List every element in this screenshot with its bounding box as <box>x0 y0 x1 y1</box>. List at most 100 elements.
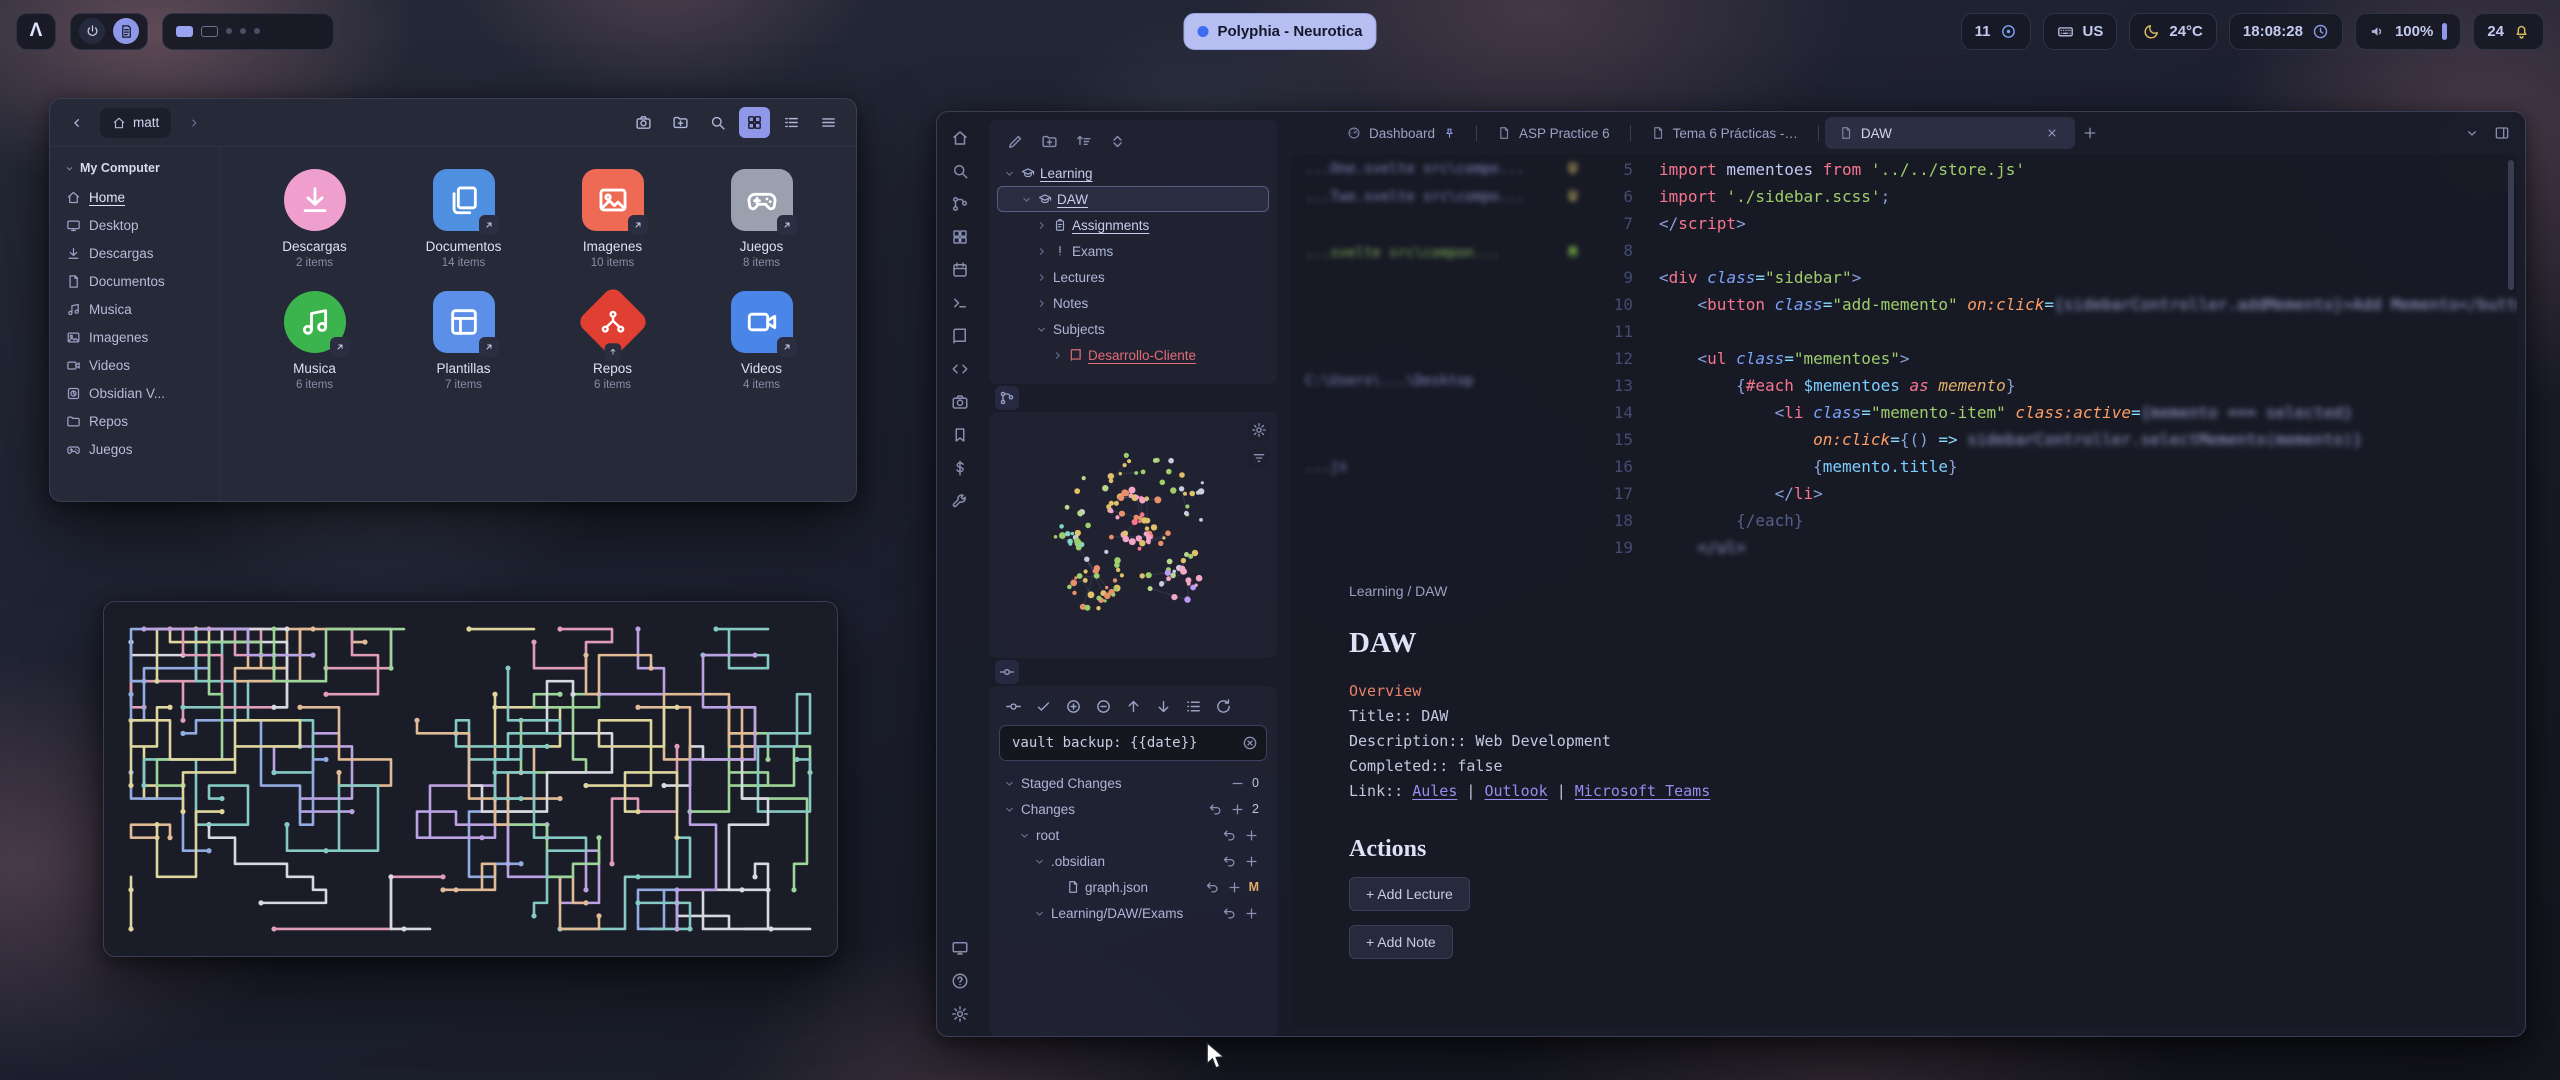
back-button[interactable] <box>62 108 92 138</box>
refresh-icon[interactable] <box>1213 696 1233 716</box>
git-item-obsidian[interactable]: .obsidian <box>997 848 1269 874</box>
explorer-item-lectures[interactable]: Lectures <box>997 264 1269 290</box>
tab-asp-practice-6[interactable]: ASP Practice 6 <box>1483 117 1624 149</box>
explorer-item-daw[interactable]: DAW <box>997 186 1269 212</box>
graph-view[interactable] <box>989 412 1277 658</box>
gear-icon[interactable] <box>1248 419 1270 441</box>
workspace-dot[interactable] <box>254 28 260 34</box>
panel-right-icon[interactable] <box>2491 122 2513 144</box>
git-graph-icon[interactable] <box>995 386 1019 410</box>
launcher-logo-button[interactable]: Λ <box>16 13 56 50</box>
sidebar-item-videos[interactable]: Videos <box>58 351 211 379</box>
note-icon[interactable] <box>113 18 139 44</box>
grid-icon[interactable] <box>948 225 972 249</box>
tab-daw[interactable]: DAW <box>1825 117 2075 149</box>
camera-icon[interactable] <box>628 107 659 138</box>
volume-module[interactable]: 100% <box>2355 13 2461 50</box>
folder-plus-icon[interactable] <box>1039 131 1060 152</box>
new-tab-button[interactable] <box>2077 120 2103 146</box>
home-icon[interactable] <box>948 126 972 150</box>
workspace-active-indicator[interactable] <box>176 26 193 37</box>
bookmark-icon[interactable] <box>948 423 972 447</box>
undo-icon[interactable] <box>1222 828 1237 843</box>
tab-tema-6-pr-cticas[interactable]: Tema 6 Prácticas -… <box>1637 117 1812 149</box>
explorer-item-learning[interactable]: Learning <box>997 160 1269 186</box>
folder-plus-icon[interactable] <box>665 107 696 138</box>
add-lecture-button[interactable]: + Add Lecture <box>1349 877 1470 911</box>
code-icon[interactable] <box>948 357 972 381</box>
minus-circle-icon[interactable] <box>1093 696 1113 716</box>
folder-tile-repos[interactable]: Repos 6 items <box>538 291 687 391</box>
git-item-learning-daw-exams[interactable]: Learning/DAW/Exams <box>997 900 1269 926</box>
grid-icon[interactable] <box>739 107 770 138</box>
check-icon[interactable] <box>1033 696 1053 716</box>
plus-icon[interactable] <box>1244 906 1259 921</box>
undo-icon[interactable] <box>1205 880 1220 895</box>
commit-icon[interactable] <box>1003 696 1023 716</box>
terminal-icon[interactable] <box>948 291 972 315</box>
volume-slider[interactable] <box>2442 23 2447 40</box>
upload-icon[interactable] <box>1123 696 1143 716</box>
sort-icon[interactable] <box>1073 131 1094 152</box>
clear-input-icon[interactable] <box>1240 733 1260 753</box>
folder-tile-juegos[interactable]: Juegos 8 items <box>687 169 836 269</box>
plus-icon[interactable] <box>1244 854 1259 869</box>
camera-icon[interactable] <box>948 390 972 414</box>
plus-circle-icon[interactable] <box>1063 696 1083 716</box>
link-aules[interactable]: Aules <box>1412 782 1457 800</box>
close-tab-icon[interactable] <box>2043 124 2061 142</box>
explorer-item-assignments[interactable]: Assignments <box>997 212 1269 238</box>
collapse-icon[interactable] <box>1107 131 1128 152</box>
plus-icon[interactable] <box>1244 828 1259 843</box>
folder-tile-plantillas[interactable]: Plantillas 7 items <box>389 291 538 391</box>
forward-button[interactable] <box>179 108 209 138</box>
list-view-icon[interactable] <box>776 107 807 138</box>
media-player-widget[interactable]: Polyphia - Neurotica <box>1183 13 1376 50</box>
sidebar-item-descargas[interactable]: Descargas <box>58 239 211 267</box>
dollar-icon[interactable] <box>948 456 972 480</box>
sidebar-item-repos[interactable]: Repos <box>58 407 211 435</box>
scrollbar[interactable] <box>2508 160 2514 290</box>
minus-icon[interactable] <box>1230 776 1245 791</box>
explorer-item-subjects[interactable]: Subjects <box>997 316 1269 342</box>
commit-message-input[interactable] <box>999 725 1267 761</box>
sidebar-header[interactable]: My Computer <box>58 157 211 183</box>
clock-module[interactable]: 18:08:28 <box>2229 13 2343 50</box>
workspace-dot[interactable] <box>240 28 246 34</box>
filter-icon[interactable] <box>1248 447 1270 469</box>
undo-icon[interactable] <box>1222 906 1237 921</box>
wrench-icon[interactable] <box>948 489 972 513</box>
list-icon[interactable] <box>1183 696 1203 716</box>
folder-tile-musica[interactable]: Musica 6 items <box>240 291 389 391</box>
calendar-icon[interactable] <box>948 258 972 282</box>
folder-tile-descargas[interactable]: Descargas 2 items <box>240 169 389 269</box>
folder-tile-videos[interactable]: Videos 4 items <box>687 291 836 391</box>
book-icon[interactable] <box>948 324 972 348</box>
commit-icon[interactable] <box>995 660 1019 684</box>
note-breadcrumb[interactable]: Learning / DAW <box>1349 583 2477 599</box>
pencil-icon[interactable] <box>1005 131 1026 152</box>
keyboard-layout-module[interactable]: US <box>2043 13 2118 50</box>
sidebar-item-musica[interactable]: Musica <box>58 295 211 323</box>
explorer-item-exams[interactable]: Exams <box>997 238 1269 264</box>
git-item-root[interactable]: root <box>997 822 1269 848</box>
sidebar-item-obsidian-v[interactable]: Obsidian V... <box>58 379 211 407</box>
explorer-item-notes[interactable]: Notes <box>997 290 1269 316</box>
workspace-dot[interactable] <box>226 28 232 34</box>
updates-module[interactable]: 11 <box>1961 13 2031 50</box>
help-icon[interactable] <box>948 969 972 993</box>
tab-dashboard[interactable]: Dashboard <box>1333 117 1470 149</box>
undo-icon[interactable] <box>1222 854 1237 869</box>
git-graph-icon[interactable] <box>948 192 972 216</box>
chevron-down-icon[interactable] <box>2461 122 2483 144</box>
sidebar-item-documentos[interactable]: Documentos <box>58 267 211 295</box>
git-item-changes[interactable]: Changes 2 <box>997 796 1269 822</box>
search-icon[interactable] <box>948 159 972 183</box>
power-icon[interactable] <box>79 18 105 44</box>
weather-module[interactable]: 24°C <box>2129 13 2217 50</box>
sidebar-item-juegos[interactable]: Juegos <box>58 435 211 463</box>
workspace-indicator[interactable] <box>201 26 218 37</box>
link-microsoft-teams[interactable]: Microsoft Teams <box>1575 782 1710 800</box>
workspaces[interactable] <box>162 13 334 50</box>
search-icon[interactable] <box>702 107 733 138</box>
